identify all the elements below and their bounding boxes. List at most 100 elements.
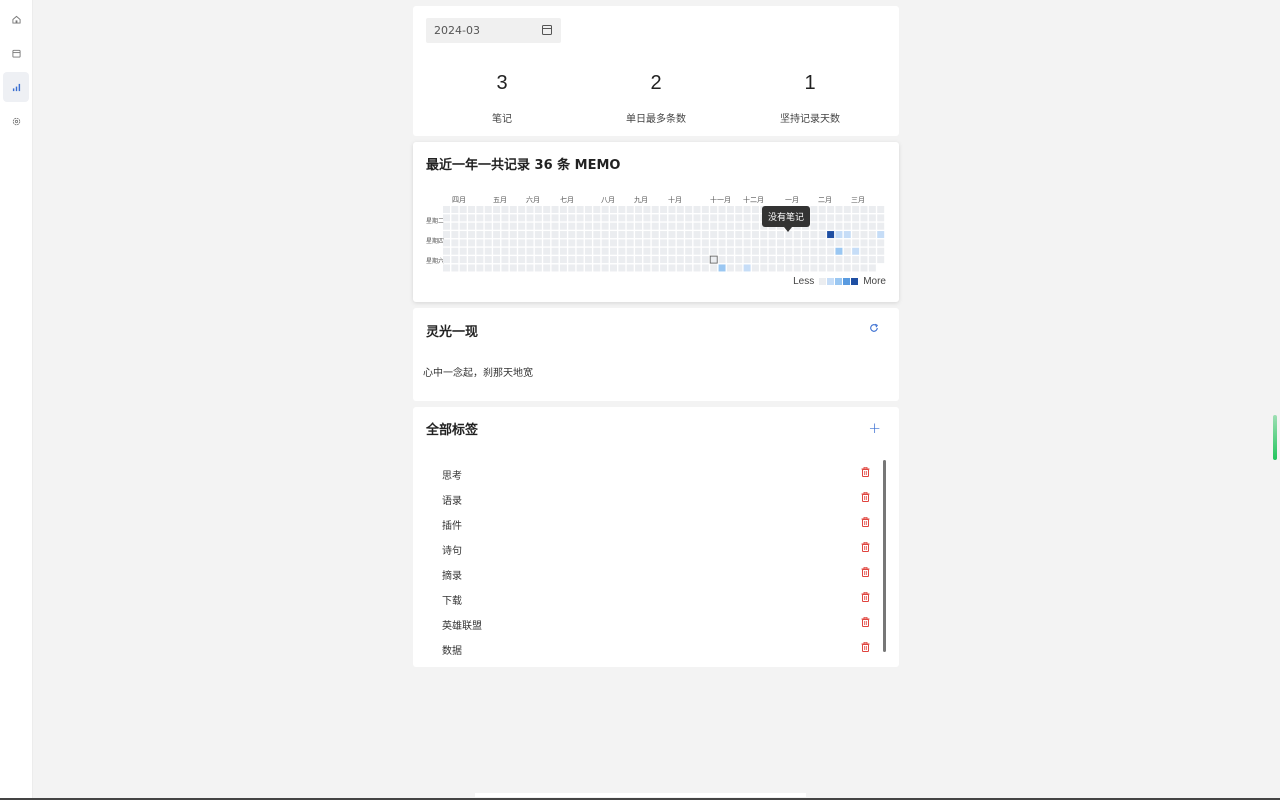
heatmap-cell[interactable] xyxy=(668,239,676,247)
heatmap-cell[interactable] xyxy=(768,247,776,255)
heatmap-cell[interactable] xyxy=(760,247,768,255)
heatmap-cell[interactable] xyxy=(518,231,526,239)
heatmap-cell[interactable] xyxy=(760,256,768,264)
heatmap-cell[interactable] xyxy=(468,264,476,272)
heatmap-cell[interactable] xyxy=(785,264,793,272)
page-scroll-indicator[interactable] xyxy=(1273,415,1277,460)
heatmap-cell[interactable] xyxy=(526,231,534,239)
heatmap-cell[interactable] xyxy=(735,239,743,247)
heatmap-cell[interactable] xyxy=(451,231,459,239)
heatmap-cell[interactable] xyxy=(509,239,517,247)
heatmap-cell[interactable] xyxy=(534,206,542,213)
heatmap-cell[interactable] xyxy=(726,206,734,213)
heatmap-cell[interactable] xyxy=(710,214,718,222)
heatmap-cell[interactable] xyxy=(668,206,676,213)
heatmap-cell[interactable] xyxy=(584,264,592,272)
heatmap-cell[interactable] xyxy=(501,239,509,247)
tag-item[interactable]: 英雄联盟 xyxy=(442,614,882,634)
heatmap-cell[interactable] xyxy=(852,239,860,247)
heatmap-cell[interactable] xyxy=(701,256,709,264)
heatmap-cell[interactable] xyxy=(802,256,810,264)
heatmap-cell[interactable] xyxy=(802,264,810,272)
heatmap-cell[interactable] xyxy=(802,247,810,255)
heatmap-cell[interactable] xyxy=(626,222,634,230)
heatmap-cell[interactable] xyxy=(526,256,534,264)
heatmap-cell[interactable] xyxy=(468,231,476,239)
heatmap-cell[interactable] xyxy=(626,239,634,247)
heatmap-cell[interactable] xyxy=(818,222,826,230)
heatmap-cell[interactable] xyxy=(668,264,676,272)
heatmap-cell[interactable] xyxy=(551,214,559,222)
heatmap-cell[interactable] xyxy=(551,256,559,264)
heatmap-cell[interactable] xyxy=(626,214,634,222)
heatmap-cell[interactable] xyxy=(584,231,592,239)
heatmap-cell[interactable] xyxy=(593,264,601,272)
heatmap-cell[interactable] xyxy=(701,222,709,230)
heatmap-cell[interactable] xyxy=(551,231,559,239)
heatmap-cell[interactable] xyxy=(526,239,534,247)
heatmap-cell[interactable] xyxy=(735,256,743,264)
heatmap-cell[interactable] xyxy=(643,231,651,239)
heatmap-cell[interactable] xyxy=(860,264,868,272)
delete-tag-icon[interactable] xyxy=(861,542,870,552)
heatmap-cell[interactable] xyxy=(668,214,676,222)
heatmap-cell[interactable] xyxy=(735,264,743,272)
heatmap-cell[interactable] xyxy=(468,214,476,222)
heatmap-cell[interactable] xyxy=(610,214,617,222)
heatmap-cell[interactable] xyxy=(518,256,526,264)
heatmap-cell[interactable] xyxy=(551,264,559,272)
heatmap-cell[interactable] xyxy=(618,206,626,213)
heatmap-cell[interactable] xyxy=(818,256,826,264)
heatmap-cell[interactable] xyxy=(743,256,751,264)
heatmap-cell[interactable] xyxy=(610,231,617,239)
heatmap-cell[interactable] xyxy=(610,256,617,264)
heatmap-cell[interactable] xyxy=(685,239,693,247)
heatmap-cell[interactable] xyxy=(701,247,709,255)
heatmap-cell[interactable] xyxy=(559,222,567,230)
heatmap-cell[interactable] xyxy=(651,231,659,239)
heatmap-cell[interactable] xyxy=(584,247,592,255)
heatmap-cell[interactable] xyxy=(509,264,517,272)
heatmap-cell[interactable] xyxy=(593,214,601,222)
heatmap-cell[interactable] xyxy=(676,222,684,230)
heatmap-cell[interactable] xyxy=(576,206,584,213)
heatmap-cell[interactable] xyxy=(810,239,818,247)
heatmap-cell[interactable] xyxy=(868,247,876,255)
heatmap-cell[interactable] xyxy=(643,214,651,222)
heatmap-cell[interactable] xyxy=(743,247,751,255)
heatmap-cell[interactable] xyxy=(660,214,668,222)
heatmap-cell[interactable] xyxy=(877,231,885,239)
tag-item[interactable]: 摘录 xyxy=(442,564,882,584)
heatmap-cell[interactable] xyxy=(651,206,659,213)
heatmap-cell[interactable] xyxy=(459,264,467,272)
heatmap-cell[interactable] xyxy=(568,222,576,230)
heatmap-cell[interactable] xyxy=(543,214,551,222)
delete-tag-icon[interactable] xyxy=(861,642,870,652)
heatmap-cell[interactable] xyxy=(709,255,718,264)
heatmap-cell[interactable] xyxy=(451,247,459,255)
heatmap-cell[interactable] xyxy=(793,239,801,247)
heatmap-cell[interactable] xyxy=(551,222,559,230)
heatmap-cell[interactable] xyxy=(860,239,868,247)
heatmap-cell[interactable] xyxy=(751,239,759,247)
heatmap-cell[interactable] xyxy=(459,231,467,239)
heatmap-cell[interactable] xyxy=(777,264,784,272)
heatmap-cell[interactable] xyxy=(877,239,885,247)
heatmap-cell[interactable] xyxy=(726,247,734,255)
heatmap-cell[interactable] xyxy=(509,231,517,239)
heatmap-cell[interactable] xyxy=(568,206,576,213)
heatmap-cell[interactable] xyxy=(601,264,609,272)
heatmap-cell[interactable] xyxy=(676,231,684,239)
heatmap-cell[interactable] xyxy=(877,256,885,264)
heatmap-cell[interactable] xyxy=(860,256,868,264)
heatmap-cell[interactable] xyxy=(618,222,626,230)
heatmap-cell[interactable] xyxy=(743,231,751,239)
heatmap-cell[interactable] xyxy=(818,214,826,222)
heatmap-cell[interactable] xyxy=(735,206,743,213)
heatmap-cell[interactable] xyxy=(468,247,476,255)
heatmap-cell[interactable] xyxy=(543,206,551,213)
heatmap-cell[interactable] xyxy=(735,214,743,222)
heatmap-cell[interactable] xyxy=(726,222,734,230)
heatmap-cell[interactable] xyxy=(501,247,509,255)
heatmap-cell[interactable] xyxy=(701,206,709,213)
